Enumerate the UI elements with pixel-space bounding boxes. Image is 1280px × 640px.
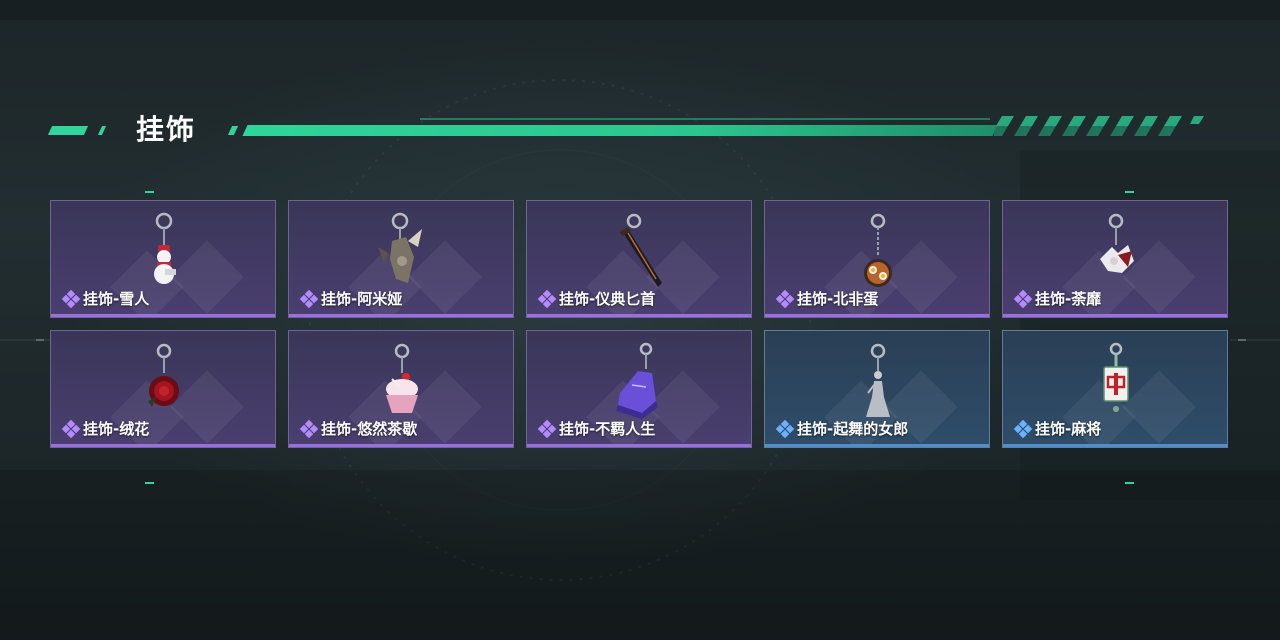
charm-card[interactable]: 挂饰-仪典匕首 [526,200,752,318]
corner-tick [1125,482,1134,484]
charm-label: 挂饰-北非蛋 [775,288,879,309]
rarity-diamond-icon [61,419,81,438]
charm-name: 挂饰-不羁人生 [559,420,656,438]
corner-tick [145,191,154,193]
charm-label: 挂饰-阿米娅 [299,288,403,309]
rarity-diamond-icon [1013,419,1033,438]
rarity-bar [1003,314,1227,317]
charm-card[interactable]: 挂饰-雪人 [50,200,276,318]
rarity-diamond-icon [299,419,319,438]
charm-name: 挂饰-阿米娅 [321,290,403,308]
section-header: 挂饰 [0,100,1280,156]
rarity-bar [1003,444,1227,447]
rose-charm-icon [148,343,179,407]
corner-tick [1125,191,1134,193]
charm-label: 挂饰-绒花 [61,418,150,439]
rarity-bar [51,314,275,317]
charm-label: 挂饰-起舞的女郎 [775,418,909,439]
dancer-charm-icon [866,343,890,417]
rarity-diamond-icon [1013,289,1033,308]
charm-card[interactable]: 挂饰-北非蛋 [764,200,990,318]
charm-label: 挂饰-荼靡 [1013,288,1102,309]
charm-label: 挂饰-雪人 [61,288,150,309]
snowman-charm-icon [154,212,176,284]
charm-label: 挂饰-不羁人生 [537,418,656,439]
charm-name: 挂饰-绒花 [83,420,150,438]
flower-charm-icon [1100,213,1134,273]
charm-grid: 挂饰-雪人 挂饰-阿米娅 挂饰-仪典匕首 挂饰-北非蛋 挂饰-荼靡 挂饰-绒花 … [50,200,1230,450]
header-accent [227,126,239,135]
charm-label: 挂饰-悠然茶歇 [299,418,418,439]
charm-name: 挂饰-麻将 [1035,420,1102,438]
charm-name: 挂饰-起舞的女郎 [797,420,909,438]
rabbit-charm-icon [378,212,422,283]
charm-card[interactable]: 挂饰-不羁人生 [526,330,752,448]
rarity-bar [765,314,989,317]
mahjong-charm-icon [1103,342,1129,412]
cupcake-charm-icon [386,343,418,413]
rarity-diamond-icon [61,289,81,308]
dagger-charm-icon [619,213,662,287]
rarity-diamond-icon [537,419,557,438]
charm-label: 挂饰-仪典匕首 [537,288,656,309]
page-title: 挂饰 [136,113,197,146]
charm-card[interactable]: 挂饰-悠然茶歇 [288,330,514,448]
rarity-diamond-icon [775,289,795,308]
charm-name: 挂饰-雪人 [83,290,150,308]
charm-card[interactable]: 挂饰-绒花 [50,330,276,448]
charm-name: 挂饰-悠然茶歇 [321,420,418,438]
rarity-bar [289,444,513,447]
rarity-bar [765,444,989,447]
corner-tick [145,482,154,484]
charm-card[interactable]: 挂饰-麻将 [1002,330,1228,448]
rarity-diamond-icon [299,289,319,308]
charm-name: 挂饰-北非蛋 [797,290,879,308]
header-bar [242,125,998,136]
charm-card[interactable]: 挂饰-荼靡 [1002,200,1228,318]
shakshuka-charm-icon [864,213,892,287]
charm-card[interactable]: 挂饰-起舞的女郎 [764,330,990,448]
charm-name: 挂饰-荼靡 [1035,290,1102,308]
header-thin-line [420,118,990,120]
charm-label: 挂饰-麻将 [1013,418,1102,439]
rarity-bar [289,314,513,317]
rarity-bar [51,444,275,447]
header-accent [47,126,89,135]
charm-card[interactable]: 挂饰-阿米娅 [288,200,514,318]
sneaker-charm-icon [616,342,658,419]
rarity-diamond-icon [775,419,795,438]
side-marker [1238,339,1246,341]
top-strip [0,0,1280,20]
rarity-bar [527,314,751,317]
side-marker [36,339,44,341]
rarity-diamond-icon [537,289,557,308]
header-checker-pattern [994,116,1204,136]
charm-name: 挂饰-仪典匕首 [559,290,656,308]
header-accent [97,126,107,135]
rarity-bar [527,444,751,447]
